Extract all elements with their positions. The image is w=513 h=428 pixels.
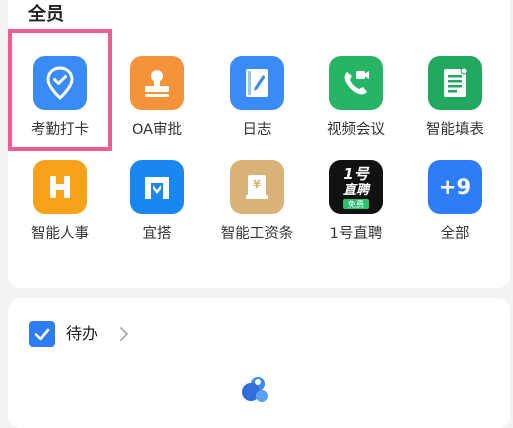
hire-logo-icon: 1号 直聘 免费 bbox=[329, 160, 383, 214]
yida-icon bbox=[130, 160, 184, 214]
app-label: 视频会议 bbox=[327, 122, 385, 138]
selection-highlight bbox=[8, 29, 112, 151]
app-all[interactable]: +9 全部 bbox=[405, 160, 505, 243]
svg-text:¥: ¥ bbox=[253, 178, 261, 191]
form-list-icon bbox=[428, 56, 482, 110]
app-hire[interactable]: 1号 直聘 免费 1号直聘 bbox=[306, 160, 406, 243]
approval-stamp-icon bbox=[130, 56, 184, 110]
svg-text:直聘: 直聘 bbox=[343, 182, 371, 198]
journal-pen-icon bbox=[230, 56, 284, 110]
app-label: OA审批 bbox=[131, 122, 183, 138]
app-smart-hr[interactable]: 智能人事 bbox=[10, 160, 110, 243]
app-yida[interactable]: 宜搭 bbox=[107, 160, 207, 243]
app-label: 智能填表 bbox=[426, 122, 484, 138]
salary-slip-icon: ¥ bbox=[230, 160, 284, 214]
checkbox-icon[interactable] bbox=[29, 321, 55, 347]
video-call-icon bbox=[329, 56, 383, 110]
more-count: +9 bbox=[438, 175, 472, 199]
svg-text:1号: 1号 bbox=[343, 165, 370, 183]
app-label: 宜搭 bbox=[142, 226, 172, 242]
todo-card bbox=[8, 298, 510, 428]
empty-state-illustration bbox=[236, 372, 276, 405]
section-title: 全员 bbox=[28, 4, 64, 25]
app-journal[interactable]: 日志 bbox=[207, 56, 307, 139]
chevron-right-icon[interactable] bbox=[117, 325, 131, 343]
app-label: 智能工资条 bbox=[220, 226, 294, 242]
todo-title[interactable]: 待办 bbox=[66, 321, 98, 347]
app-label: 全部 bbox=[440, 226, 470, 242]
app-salary-slip[interactable]: ¥ 智能工资条 bbox=[207, 160, 307, 243]
more-apps-icon: +9 bbox=[428, 160, 482, 214]
app-smart-form[interactable]: 智能填表 bbox=[405, 56, 505, 139]
svg-text:免费: 免费 bbox=[348, 199, 364, 209]
app-video-meeting[interactable]: 视频会议 bbox=[306, 56, 406, 139]
hr-h-icon bbox=[33, 160, 87, 214]
app-oa-approval[interactable]: OA审批 bbox=[107, 56, 207, 139]
app-label: 日志 bbox=[242, 122, 272, 138]
app-label: 智能人事 bbox=[31, 226, 89, 242]
app-label: 1号直聘 bbox=[329, 226, 383, 242]
